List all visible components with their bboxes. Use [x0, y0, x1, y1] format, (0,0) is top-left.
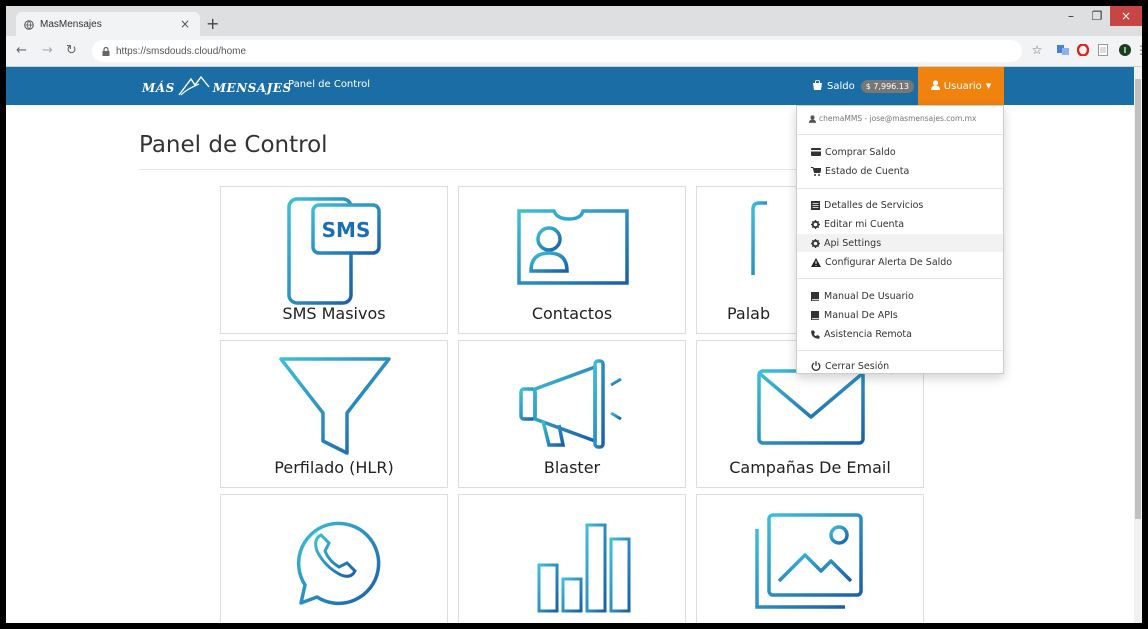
url-text: https://smsdouds.cloud/home — [116, 45, 247, 57]
close-window-button[interactable]: × — [1110, 6, 1142, 26]
card-reportes[interactable] — [458, 494, 686, 623]
menu-item-label: Estado de Cuenta — [825, 165, 910, 177]
user-icon — [809, 114, 816, 123]
card-perfilado-hlr[interactable]: Perfilado (HLR) — [220, 340, 448, 488]
card-whatsapp[interactable] — [220, 494, 448, 623]
card-sms-masivos[interactable]: SMS SMS Masivos — [220, 186, 448, 334]
profile-icon[interactable] — [1118, 43, 1132, 57]
scrollbar-thumb[interactable] — [1135, 79, 1141, 519]
image-gallery-icon — [755, 513, 863, 609]
saldo-link[interactable]: Saldo $ 7,996.13 — [812, 75, 914, 97]
card-label: SMS Masivos — [282, 304, 386, 323]
app-navbar: MÁS MENSAJES Panel de Control Saldo $ 7,… — [6, 67, 1134, 105]
saldo-badge: $ 7,996.13 — [860, 79, 914, 93]
user-icon — [930, 79, 940, 93]
gear-icon — [811, 219, 820, 229]
panel-control-link[interactable]: Panel de Control — [288, 79, 370, 90]
caret-down-icon: ▼ — [985, 82, 992, 90]
back-arrow-icon[interactable]: ← — [16, 43, 27, 58]
saldo-label: Saldo — [827, 80, 855, 92]
globe-icon — [24, 15, 34, 34]
maximize-button[interactable]: ❐ — [1084, 6, 1110, 26]
menu-item-comprar-saldo[interactable]: Comprar Saldo — [797, 143, 1003, 161]
card-label: Perfilado (HLR) — [274, 458, 394, 477]
menu-item-label: Editar mi Cuenta — [824, 218, 905, 230]
credit-card-icon — [811, 148, 821, 156]
new-tab-button[interactable]: + — [206, 14, 219, 33]
browser-toolbar: ← → ↻ https://smsdouds.cloud/home ☆ ⋮ — [6, 36, 1142, 67]
gear-icon — [811, 238, 820, 248]
book-icon — [811, 310, 819, 320]
user-menu-label: Usuario — [943, 80, 982, 92]
menu-item-label: Detalles de Servicios — [824, 199, 924, 211]
page-title: Panel de Control — [139, 132, 328, 158]
dropdown-divider — [797, 188, 1003, 189]
card-label: Blaster — [543, 458, 601, 477]
star-icon[interactable]: ☆ — [1030, 43, 1044, 57]
menu-item-label: Manual De Usuario — [824, 290, 914, 302]
menu-item-label: Cerrar Sesión — [825, 360, 890, 372]
minimize-button[interactable]: – — [1058, 6, 1084, 26]
document-extension-icon[interactable] — [1096, 43, 1110, 57]
menu-item-manual-apis[interactable]: Manual De APIs — [797, 306, 1003, 324]
extension-translate-icon[interactable] — [1056, 43, 1070, 57]
tab-close-icon[interactable]: × — [178, 17, 192, 31]
browser-tab[interactable]: MasMensajes × — [16, 12, 200, 36]
menu-item-label: Asistencia Remota — [824, 328, 912, 340]
phone-icon — [811, 330, 820, 339]
menu-item-label: Comprar Saldo — [825, 146, 896, 158]
lock-icon — [102, 46, 110, 56]
brand-logo[interactable]: MÁS MENSAJES — [142, 75, 292, 101]
logo-mark-icon — [177, 75, 211, 101]
card-contactos[interactable]: Contactos — [458, 186, 686, 334]
menu-item-manual-usuario[interactable]: Manual De Usuario — [797, 287, 1003, 305]
svg-text:SMS: SMS — [322, 218, 371, 242]
book-icon — [811, 291, 819, 301]
menu-item-editar-cuenta[interactable]: Editar mi Cuenta — [797, 215, 1003, 233]
menu-item-cerrar-sesion[interactable]: Cerrar Sesión — [797, 357, 1003, 375]
window-controls: – ❐ × — [1058, 6, 1142, 28]
dropdown-divider — [797, 278, 1003, 279]
user-menu-button[interactable]: Usuario ▼ — [918, 67, 1004, 105]
menu-item-label: Api Settings — [824, 237, 882, 249]
reload-icon[interactable]: ↻ — [66, 43, 77, 58]
browser-menu-icon[interactable]: ⋮ — [1134, 43, 1142, 57]
dropdown-divider — [797, 350, 1003, 351]
bar-chart-icon — [519, 509, 631, 613]
forward-arrow-icon[interactable]: → — [42, 43, 53, 58]
list-icon — [811, 200, 820, 210]
tab-title: MasMensajes — [40, 18, 102, 30]
page-scrollbar[interactable] — [1134, 67, 1142, 623]
menu-item-estado-de-cuenta[interactable]: Estado de Cuenta — [797, 162, 1003, 180]
opera-icon[interactable] — [1076, 43, 1090, 57]
dropdown-user-info: chemaMMS - jose@masmensajes.com.mx — [809, 114, 976, 123]
address-bar[interactable]: https://smsdouds.cloud/home — [92, 40, 1022, 62]
tab-strip: MasMensajes × + – ❐ × — [6, 6, 1142, 36]
dropdown-divider — [797, 134, 1003, 135]
menu-item-api-settings[interactable]: Api Settings — [797, 234, 1003, 252]
brand-text-right: MENSAJES — [212, 81, 292, 95]
card-label: Campañas De Email — [729, 458, 891, 477]
shopping-bag-icon — [812, 79, 823, 93]
card-sms-multimedia[interactable] — [696, 494, 924, 623]
menu-item-detalles-servicios[interactable]: Detalles de Servicios — [797, 196, 1003, 214]
user-dropdown-menu: chemaMMS - jose@masmensajes.com.mx Compr… — [796, 105, 1004, 374]
browser-window: MasMensajes × + – ❐ × ← → ↻ https://smsd… — [6, 6, 1142, 623]
cart-icon — [811, 166, 821, 176]
menu-item-asistencia-remota[interactable]: Asistencia Remota — [797, 325, 1003, 343]
card-blaster[interactable]: Blaster — [458, 340, 686, 488]
menu-item-alerta-saldo[interactable]: Configurar Alerta De Saldo — [797, 253, 1003, 271]
menu-item-label: Manual De APIs — [824, 309, 898, 321]
brand-text-left: MÁS — [142, 81, 175, 95]
dropdown-user-line: chemaMMS - jose@masmensajes.com.mx — [819, 114, 977, 123]
menu-item-label: Configurar Alerta De Saldo — [825, 256, 953, 268]
power-icon — [811, 361, 821, 371]
whatsapp-icon — [296, 521, 381, 606]
card-label: Contactos — [531, 304, 613, 323]
warning-icon — [811, 257, 821, 267]
